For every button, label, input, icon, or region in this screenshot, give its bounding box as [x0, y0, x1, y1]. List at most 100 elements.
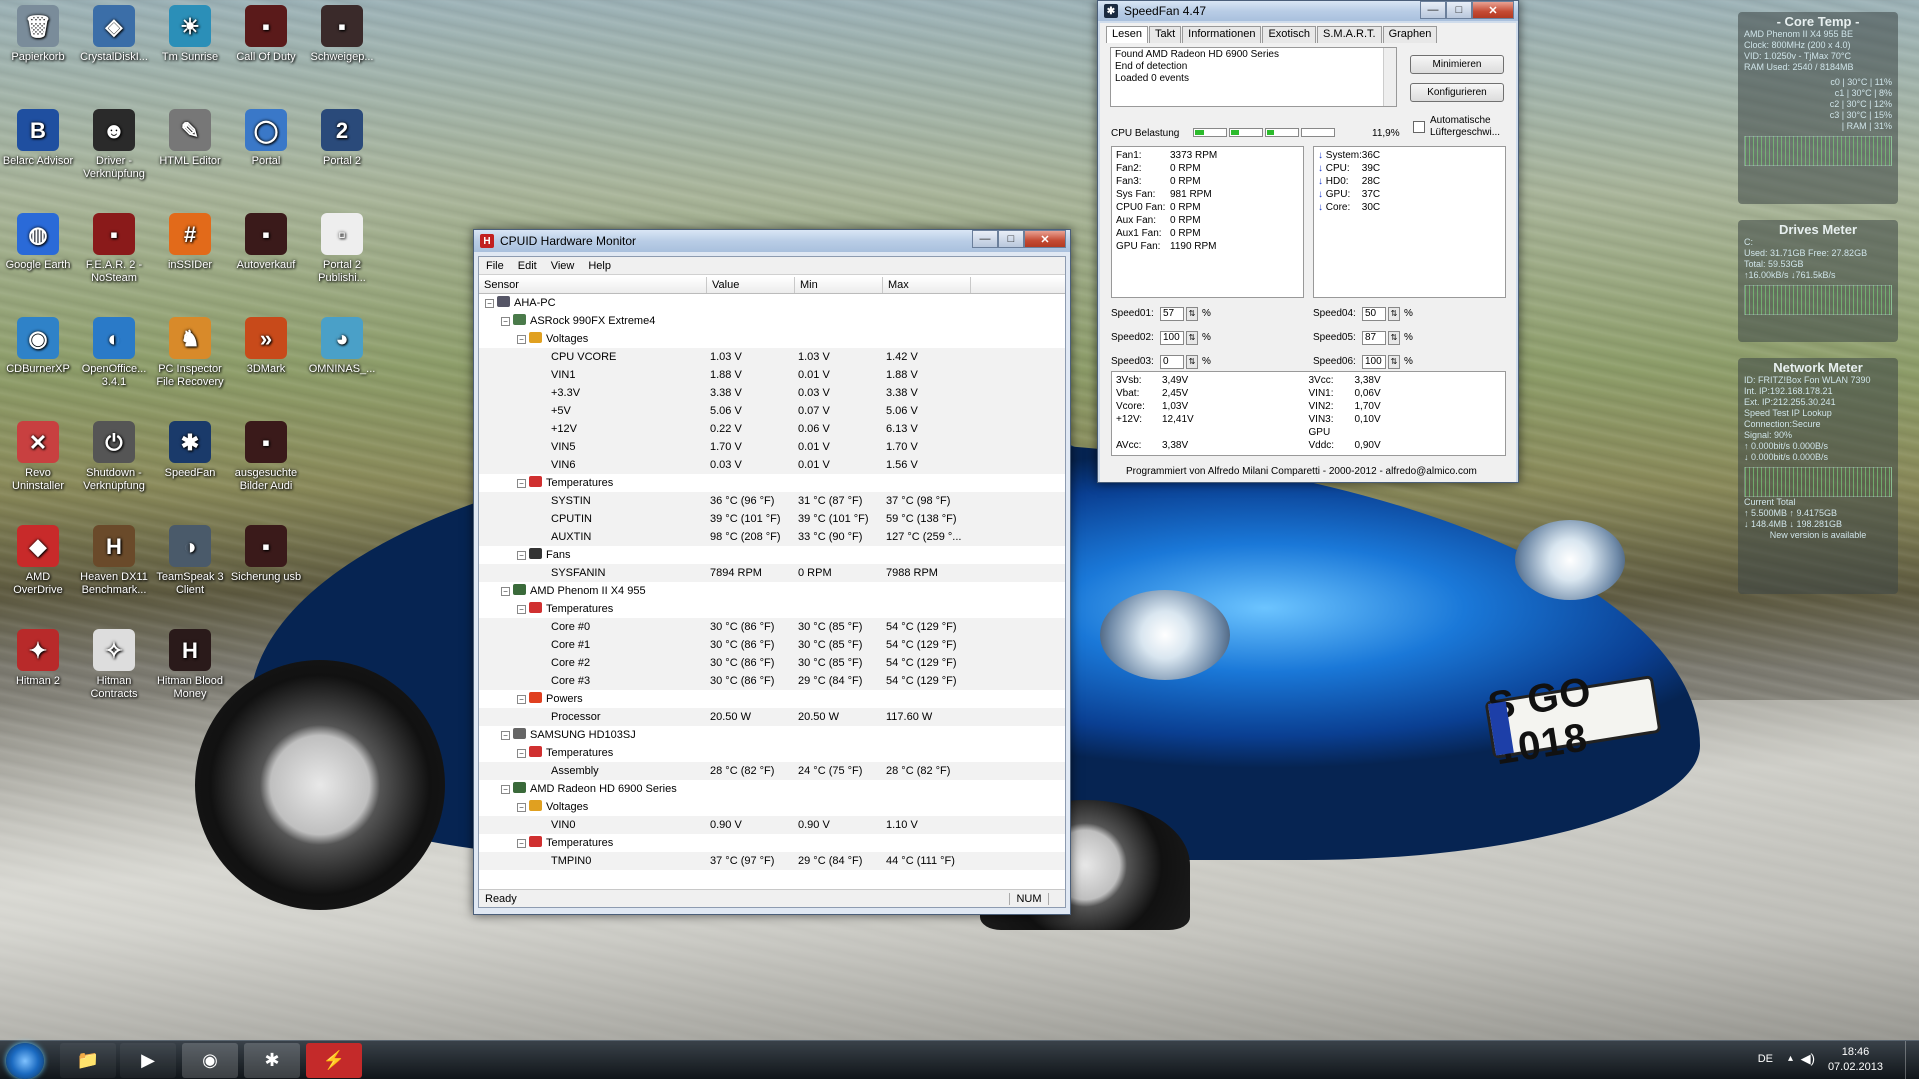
tree-node[interactable]: − Fans — [479, 546, 1065, 564]
speed-spinner-arrows-icon[interactable]: ⇅ — [1186, 307, 1198, 321]
desktop-icon[interactable]: ✱ SpeedFan — [153, 421, 227, 480]
sf-minimize-button[interactable]: — — [1420, 1, 1446, 19]
tree-node[interactable]: − Voltages — [479, 330, 1065, 348]
menu-help[interactable]: Help — [581, 260, 618, 272]
speed-spinner-arrows-icon[interactable]: ⇅ — [1388, 307, 1400, 321]
sensor-row[interactable]: TMPIN0 37 °C (97 °F) 29 °C (84 °F) 44 °C (1… — [479, 852, 1065, 870]
sensor-tree[interactable]: Sensor Value Min Max − AHA-PC − ASRock 990F… — [479, 277, 1065, 889]
network-line[interactable]: New version is available — [1744, 530, 1892, 541]
desktop-icon[interactable]: H Heaven DX11 Benchmark... — [77, 525, 151, 597]
sensor-row[interactable]: SYSFANIN 7894 RPM 0 RPM 7988 RPM — [479, 564, 1065, 582]
desktop-icon[interactable]: ✎ HTML Editor — [153, 109, 227, 168]
volume-icon[interactable]: ◀) — [1801, 1051, 1815, 1067]
sensor-row[interactable]: +5V 5.06 V 0.07 V 5.06 V — [479, 402, 1065, 420]
collapse-toggle[interactable]: − — [517, 605, 526, 614]
desktop-icon[interactable]: ◉ CDBurnerXP — [1, 317, 75, 376]
col-max[interactable]: Max — [883, 277, 971, 293]
tab-lesen[interactable]: Lesen — [1106, 26, 1148, 43]
tree-node[interactable]: − AMD Radeon HD 6900 Series — [479, 780, 1065, 798]
event-log[interactable]: Found AMD Radeon HD 6900 Series End of d… — [1110, 47, 1397, 107]
collapse-toggle[interactable]: − — [501, 587, 510, 596]
tab-informationen[interactable]: Informationen — [1182, 26, 1262, 43]
minimize-button[interactable]: — — [972, 230, 998, 248]
col-sensor[interactable]: Sensor — [479, 277, 707, 293]
desktop-icon[interactable]: ☀ Tm Sunrise — [153, 5, 227, 64]
sensor-row[interactable]: VIN6 0.03 V 0.01 V 1.56 V — [479, 456, 1065, 474]
desktop-icon[interactable]: ☻ Driver - Verknüpfung — [77, 109, 151, 181]
desktop-icon[interactable]: ▪ Schweigep... — [305, 5, 379, 64]
desktop-icon[interactable]: ✦ Hitman 2 — [1, 629, 75, 688]
tab-exotisch[interactable]: Exotisch — [1262, 26, 1317, 43]
tree-node[interactable]: − SAMSUNG HD103SJ — [479, 726, 1065, 744]
desktop-icon[interactable]: ▪ Call Of Duty — [229, 5, 303, 64]
chrome-taskbar-icon[interactable]: ◉ — [182, 1043, 238, 1078]
desktop-icon[interactable]: ◕ OMNINAS_... — [305, 317, 379, 376]
desktop-icon[interactable]: ◐ OpenOffice... 3.4.1 — [77, 317, 151, 389]
clock[interactable]: 18:46 07.02.2013 — [1828, 1045, 1883, 1075]
desktop-icon[interactable]: ✧ Hitman Contracts — [77, 629, 151, 701]
log-scrollbar[interactable] — [1383, 48, 1396, 106]
configure-button[interactable]: Konfigurieren — [1410, 83, 1504, 102]
col-min[interactable]: Min — [795, 277, 883, 293]
desktop-icon[interactable]: 2 Portal 2 — [305, 109, 379, 168]
speed-input[interactable]: 100 — [1362, 355, 1386, 369]
sensor-row[interactable]: CPU VCORE 1.03 V 1.03 V 1.42 V — [479, 348, 1065, 366]
sensor-row[interactable]: Core #0 30 °C (86 °F) 30 °C (85 °F) 54 °C (… — [479, 618, 1065, 636]
sensor-row[interactable]: Processor 20.50 W 20.50 W 117.60 W — [479, 708, 1065, 726]
speed-spinner-arrows-icon[interactable]: ⇅ — [1186, 355, 1198, 369]
desktop-icon[interactable]: H Hitman Blood Money — [153, 629, 227, 701]
sensor-row[interactable]: Assembly 28 °C (82 °F) 24 °C (75 °F) 28 °C … — [479, 762, 1065, 780]
sensor-row[interactable]: Core #1 30 °C (86 °F) 30 °C (85 °F) 54 °C (… — [479, 636, 1065, 654]
auto-fan-checkbox[interactable] — [1413, 121, 1425, 133]
show-desktop-button[interactable] — [1905, 1041, 1919, 1079]
desktop-icon[interactable]: ◆ AMD OverDrive — [1, 525, 75, 597]
collapse-toggle[interactable]: − — [517, 551, 526, 560]
desktop-icon[interactable]: 🗑 Papierkorb — [1, 5, 75, 64]
desktop-icon[interactable]: ⏻ Shutdown - Verknüpfung — [77, 421, 151, 493]
desktop-icon[interactable]: ▪ Sicherung usb — [229, 525, 303, 584]
desktop-icon[interactable]: » 3DMark — [229, 317, 303, 376]
collapse-toggle[interactable]: − — [517, 479, 526, 488]
tree-node[interactable]: − Voltages — [479, 798, 1065, 816]
hwmonitor-titlebar[interactable]: H CPUID Hardware Monitor — □ ✕ — [474, 230, 1070, 252]
sensor-row[interactable]: +12V 0.22 V 0.06 V 6.13 V — [479, 420, 1065, 438]
collapse-toggle[interactable]: − — [517, 695, 526, 704]
tab-smart[interactable]: S.M.A.R.T. — [1317, 26, 1382, 43]
desktop-icon[interactable]: ✕ Revo Uninstaller — [1, 421, 75, 493]
explorer-taskbar-icon[interactable]: 📁 — [60, 1043, 116, 1078]
speed-input[interactable]: 87 — [1362, 331, 1386, 345]
col-value[interactable]: Value — [707, 277, 795, 293]
collapse-toggle[interactable]: − — [501, 731, 510, 740]
desktop-icon[interactable]: # inSSIDer — [153, 213, 227, 272]
tree-node[interactable]: − AMD Phenom II X4 955 — [479, 582, 1065, 600]
tree-node[interactable]: − ASRock 990FX Extreme4 — [479, 312, 1065, 330]
desktop-icon[interactable]: ◑ TeamSpeak 3 Client — [153, 525, 227, 597]
collapse-toggle[interactable]: − — [501, 785, 510, 794]
sensor-row[interactable]: VIN1 1.88 V 0.01 V 1.88 V — [479, 366, 1065, 384]
desktop-icon[interactable]: ▪ F.E.A.R. 2 - NoSteam — [77, 213, 151, 285]
tree-node[interactable]: − Temperatures — [479, 474, 1065, 492]
collapse-toggle[interactable]: − — [485, 299, 494, 308]
speed-input[interactable]: 50 — [1362, 307, 1386, 321]
sensor-row[interactable]: Core #3 30 °C (86 °F) 29 °C (84 °F) 54 °C (… — [479, 672, 1065, 690]
collapse-toggle[interactable]: − — [517, 749, 526, 758]
tree-node[interactable]: − Temperatures — [479, 834, 1065, 852]
media-player-taskbar-icon[interactable]: ▶ — [120, 1043, 176, 1078]
sf-maximize-button[interactable]: □ — [1446, 1, 1472, 19]
menu-file[interactable]: File — [479, 260, 511, 272]
sensor-row[interactable]: Core #2 30 °C (86 °F) 30 °C (85 °F) 54 °C (… — [479, 654, 1065, 672]
speedfan-window[interactable]: ✱ SpeedFan 4.47 — □ ✕ Lesen Takt Informa… — [1097, 0, 1519, 483]
speed-input[interactable]: 100 — [1160, 331, 1184, 345]
speed-spinner-arrows-icon[interactable]: ⇅ — [1186, 331, 1198, 345]
sensor-row[interactable]: +3.3V 3.38 V 0.03 V 3.38 V — [479, 384, 1065, 402]
tab-graphen[interactable]: Graphen — [1382, 26, 1438, 43]
collapse-toggle[interactable]: − — [517, 839, 526, 848]
tree-node[interactable]: − Temperatures — [479, 600, 1065, 618]
desktop-icon[interactable]: B Belarc Advisor — [1, 109, 75, 168]
sensor-row[interactable]: SYSTIN 36 °C (96 °F) 31 °C (87 °F) 37 °C (9… — [479, 492, 1065, 510]
collapse-toggle[interactable]: − — [517, 335, 526, 344]
show-hidden-icons[interactable]: ▴ — [1788, 1053, 1793, 1064]
network-meter-gadget[interactable]: Network Meter ID: FRITZ!Box Fon WLAN 739… — [1738, 358, 1898, 594]
network-line[interactable]: Speed Test IP Lookup — [1744, 408, 1892, 419]
minimize-to-tray-button[interactable]: Minimieren — [1410, 55, 1504, 74]
